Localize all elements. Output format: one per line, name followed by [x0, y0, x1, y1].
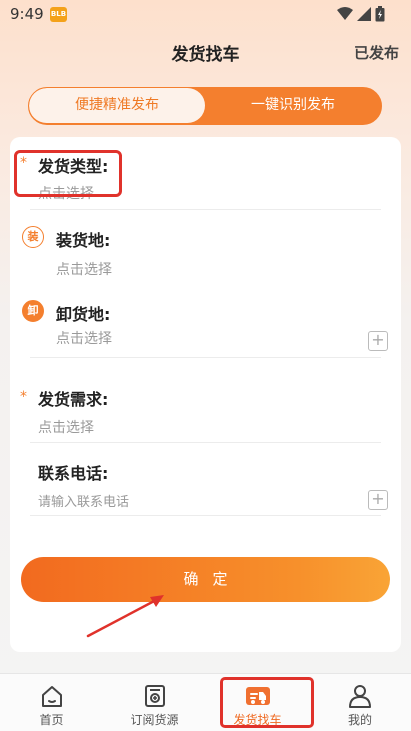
unloading-place-select[interactable]: 点击选择 [56, 328, 112, 348]
add-phone-button[interactable]: + [368, 490, 388, 510]
publish-mode-tabs: 便捷精准发布 一键识别发布 [28, 87, 382, 125]
confirm-button[interactable]: 确定 [21, 557, 390, 602]
home-icon [41, 686, 62, 707]
battery-icon [375, 6, 385, 22]
required-mark: * [20, 389, 27, 405]
divider [30, 357, 381, 358]
field-phone[interactable]: 联系电话: 请输入联系电话 + [10, 453, 401, 517]
nav-item-mine[interactable]: 我的 [309, 674, 411, 731]
nav-label: 订阅货源 [130, 713, 179, 727]
page-title: 发货找车 [171, 45, 240, 65]
nav-label: 我的 [347, 713, 372, 727]
divider [30, 442, 381, 443]
nav-item-subscribe[interactable]: 订阅货源 [103, 674, 206, 731]
add-unloading-place-button[interactable]: + [368, 331, 388, 351]
published-button[interactable]: 已发布 [354, 42, 399, 63]
requirement-select[interactable]: 点击选择 [38, 417, 94, 437]
status-icons [337, 6, 385, 22]
field-cargo-type[interactable]: * 发货类型: 点击选择 [10, 137, 401, 210]
wifi-icon [337, 7, 353, 20]
nav-item-ship-find-truck[interactable]: 发货找车 [206, 674, 309, 731]
nav-label: 发货找车 [233, 713, 282, 727]
divider [30, 515, 381, 516]
bottom-nav: 首页 订阅货源 发货找车 我的 [0, 673, 411, 731]
field-unloading-place[interactable]: 卸 卸货地: 点击选择 + [10, 295, 401, 361]
field-label-cargo-type: 发货类型: [38, 157, 109, 176]
app-notification-icon: BLB [50, 7, 67, 22]
divider [30, 209, 381, 210]
field-label-requirement: 发货需求: [38, 390, 109, 409]
status-time: 9:49 [10, 5, 44, 23]
field-loading-place[interactable]: 装 装货地: 点击选择 [10, 219, 401, 289]
field-requirement[interactable]: * 发货需求: 点击选择 [10, 379, 401, 443]
truck-icon [245, 687, 270, 705]
header: 发货找车 已发布 [0, 30, 411, 76]
field-label-loading-place: 装货地: [56, 231, 111, 250]
unloading-badge-icon: 卸 [22, 300, 44, 322]
subscribe-icon [144, 685, 165, 707]
tab-smart-recognition-publish[interactable]: 一键识别发布 [205, 88, 381, 123]
status-bar: 9:49 BLB [0, 0, 411, 30]
loading-badge-icon: 装 [22, 226, 44, 248]
field-label-phone: 联系电话: [38, 464, 109, 483]
signal-icon [357, 7, 371, 21]
person-icon [349, 685, 371, 708]
required-mark: * [20, 155, 27, 171]
nav-item-home[interactable]: 首页 [0, 674, 103, 731]
field-label-unloading-place: 卸货地: [56, 305, 111, 324]
cargo-type-select[interactable]: 点击选择 [38, 183, 94, 203]
phone-input[interactable]: 请输入联系电话 [38, 491, 129, 510]
loading-place-select[interactable]: 点击选择 [56, 259, 112, 279]
nav-label: 首页 [39, 713, 64, 727]
shipment-form-card: * 发货类型: 点击选择 装 装货地: 点击选择 卸 卸货地: 点击选择 + *… [10, 137, 401, 652]
tab-quick-publish[interactable]: 便捷精准发布 [29, 88, 205, 123]
